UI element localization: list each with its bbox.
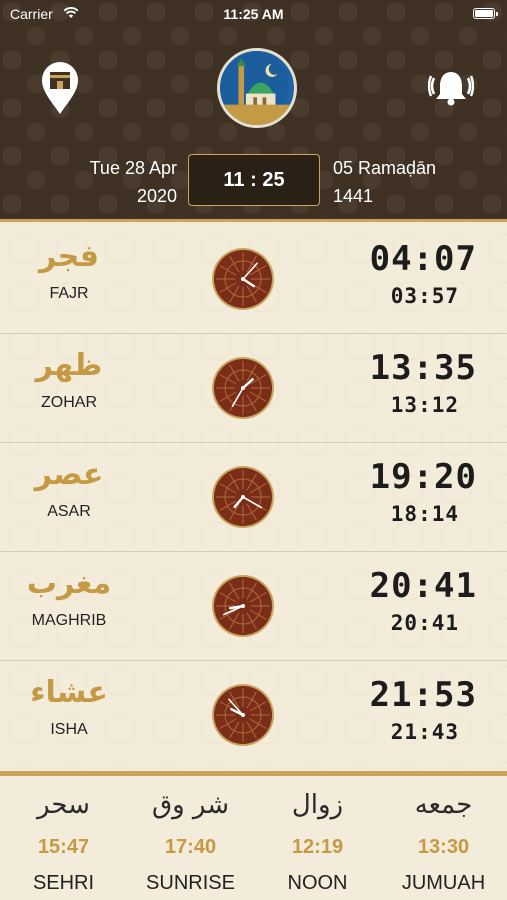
- mosque-logo-icon: [217, 48, 297, 128]
- footer-name: SUNRISE: [146, 872, 235, 894]
- prayer-name-arabic: عشاء: [30, 675, 108, 710]
- footer-time: 13:30: [417, 836, 470, 858]
- prayer-name: ASAR: [47, 503, 91, 520]
- footer-item-sunrise[interactable]: شر وق 17:40 SUNRISE: [127, 776, 254, 900]
- prayer-sub-time: 20:41: [390, 611, 459, 635]
- header: Carrier 11:25 AM Tue 28 Apr 2020 11: 25…: [0, 0, 507, 222]
- prayer-sub-time: 21:43: [390, 720, 459, 744]
- footer-item-noon[interactable]: زوال 12:19 NOON: [254, 776, 381, 900]
- prayer-row-isha[interactable]: عشاء ISHA 21:53 21:43: [0, 661, 507, 770]
- footer-name-arabic: زوال: [291, 790, 344, 820]
- current-time: 11 : 25: [188, 154, 320, 206]
- prayer-name-arabic: فجر: [39, 239, 99, 274]
- prayer-time: 20:41: [369, 566, 477, 606]
- prayer-row-fajr[interactable]: فجر FAJR 04:07 03:57: [0, 225, 507, 334]
- battery-icon: [473, 8, 498, 19]
- footer-item-sehri[interactable]: سحر 15:47 SEHRI: [0, 776, 127, 900]
- prayer-sub-time: 13:12: [390, 393, 459, 417]
- clock-icon: [212, 357, 274, 419]
- prayer-name: MAGHRIB: [31, 612, 107, 629]
- gregorian-date-day: Tue 28 Apr: [89, 158, 177, 178]
- clock-icon: [212, 575, 274, 637]
- prayer-name-arabic: ظهر: [35, 348, 103, 383]
- footer-name-arabic: شر وق: [151, 790, 230, 820]
- prayer-row-zohar[interactable]: ظهر ZOHAR 13:35 13:12: [0, 334, 507, 443]
- prayer-time: 04:07: [369, 239, 477, 279]
- prayer-time: 21:53: [369, 675, 477, 715]
- prayer-row-maghrib[interactable]: مغرب MAGHRIB 20:41 20:41: [0, 552, 507, 661]
- footer-time: 17:40: [164, 836, 217, 858]
- footer-time: 12:19: [291, 836, 344, 858]
- prayer-times-list: فجر FAJR 04:07 03:57 ظهر ZOHAR 13:35 13:…: [0, 225, 507, 771]
- prayer-name: FAJR: [49, 285, 89, 302]
- status-bar: Carrier 11:25 AM: [0, 0, 507, 28]
- footer-name: NOON: [287, 872, 348, 894]
- kaaba-location-icon[interactable]: [38, 60, 82, 116]
- status-time: 11:25 AM: [223, 6, 284, 22]
- prayer-sub-time: 18:14: [390, 502, 459, 526]
- clock-icon: [212, 684, 274, 746]
- footer-name: SEHRI: [32, 872, 95, 894]
- bell-icon[interactable]: [428, 68, 474, 108]
- hijri-date-month: 05 Ramaḍān: [333, 158, 437, 178]
- extra-times-footer: سحر 15:47 SEHRI شر وق 17:40 SUNRISE زوال…: [0, 771, 507, 900]
- prayer-name-arabic: عصر: [34, 457, 104, 492]
- prayer-sub-time: 03:57: [390, 284, 459, 308]
- prayer-name: ZOHAR: [41, 394, 97, 411]
- hijri-date-year: 1441: [333, 186, 374, 206]
- footer-name-arabic: جمعه: [414, 790, 473, 820]
- gregorian-date-year: 2020: [136, 186, 177, 206]
- clock-icon: [212, 466, 274, 528]
- footer-time: 15:47: [37, 836, 90, 858]
- prayer-row-asar[interactable]: عصر ASAR 19:20 18:14: [0, 443, 507, 552]
- prayer-time: 13:35: [369, 348, 477, 388]
- gregorian-date: Tue 28 Apr 2020: [90, 154, 177, 210]
- footer-item-jumuah[interactable]: جمعه 13:30 JUMUAH: [380, 776, 507, 900]
- footer-name-arabic: سحر: [37, 790, 90, 820]
- hijri-date: 05 Ramaḍān 1441: [333, 154, 436, 210]
- prayer-name: ISHA: [50, 721, 88, 738]
- footer-name: JUMUAH: [401, 872, 486, 894]
- prayer-time: 19:20: [369, 457, 477, 497]
- clock-icon: [212, 248, 274, 310]
- prayer-name-arabic: مغرب: [26, 566, 112, 601]
